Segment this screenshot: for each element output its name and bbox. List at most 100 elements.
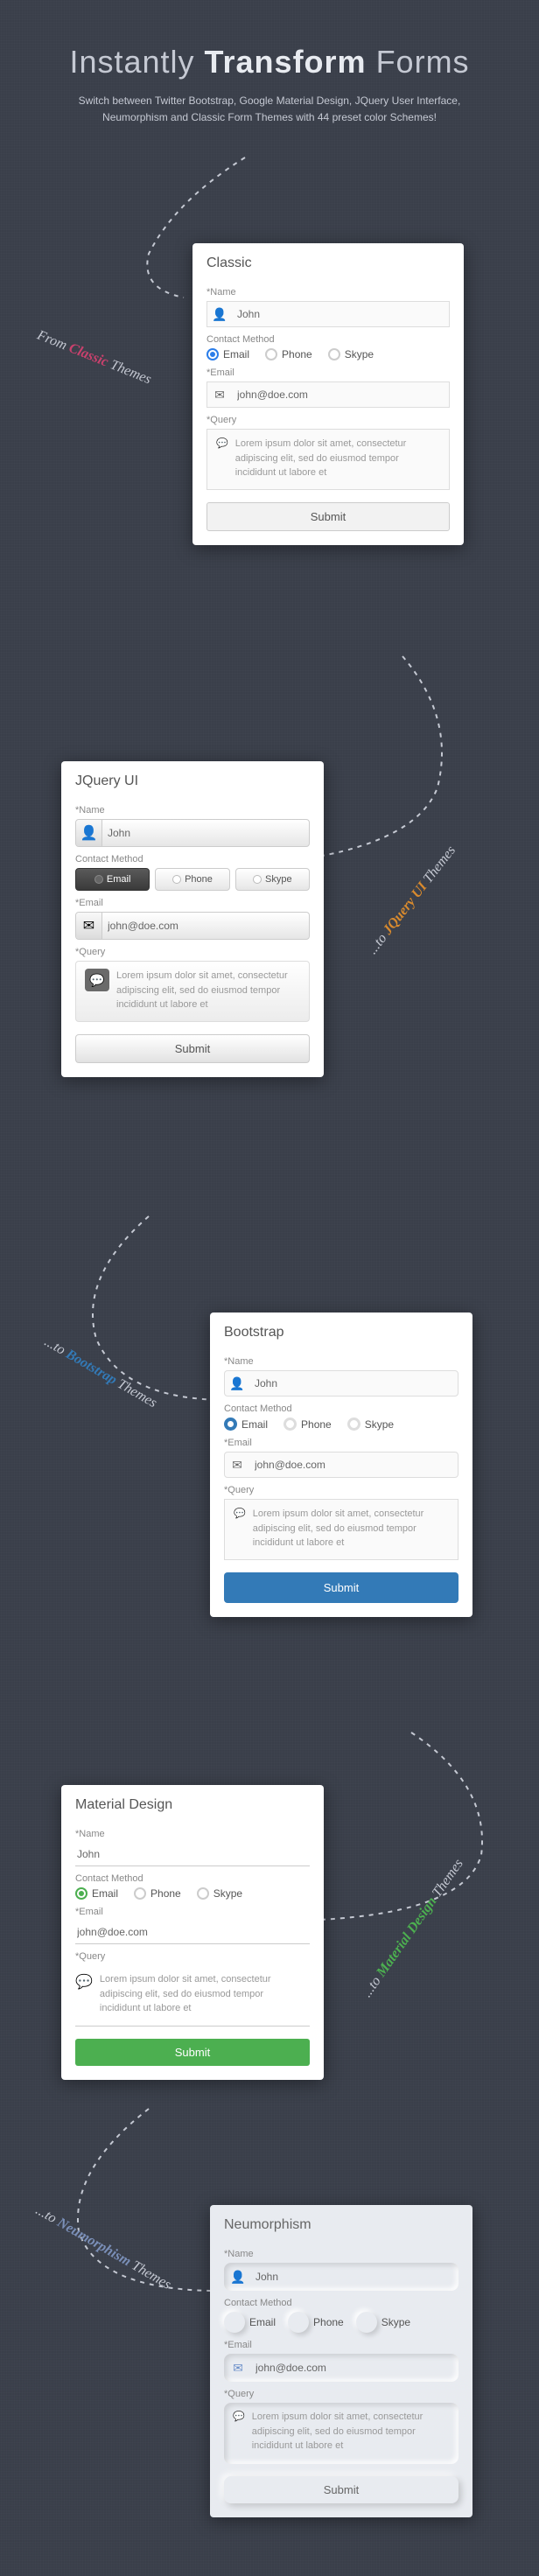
user-icon: 👤: [76, 820, 102, 846]
query-field[interactable]: 💬 Lorem ipsum dolor sit amet, consectetu…: [224, 2403, 458, 2464]
tag-jquery: ...to JQuery UI Themes: [365, 844, 459, 958]
radio-skype[interactable]: Skype: [328, 348, 374, 360]
radio-skype[interactable]: Skype: [197, 1887, 242, 1900]
tag-accent: Material Design: [374, 1894, 439, 1980]
query-field[interactable]: 💬 Lorem ipsum dolor sit amet, consectetu…: [206, 429, 450, 490]
email-input[interactable]: [102, 914, 309, 938]
radio-skype[interactable]: Skype: [347, 1418, 394, 1431]
tag-classic: From Classic Themes: [35, 328, 154, 388]
tag-post: Themes: [126, 2257, 173, 2292]
radio-label: Phone: [282, 348, 312, 360]
radio-dot-icon: [288, 2312, 309, 2333]
hero-title: Instantly Transform Forms: [35, 44, 504, 80]
submit-button[interactable]: Submit: [206, 502, 450, 531]
hero-pre: Instantly: [69, 44, 204, 80]
name-input[interactable]: [250, 2264, 457, 2289]
query-text: Lorem ipsum dolor sit amet, consectetur …: [252, 2410, 450, 2457]
radio-phone[interactable]: Phone: [134, 1887, 181, 1900]
contact-radios: Email Phone Skype: [206, 348, 450, 360]
hero: Instantly Transform Forms Switch between…: [0, 0, 539, 152]
radio-label: Email: [242, 1418, 268, 1431]
radio-label: Skype: [345, 348, 374, 360]
radio-email[interactable]: Email: [75, 1887, 118, 1900]
tag-accent: Classic: [66, 340, 110, 369]
chat-icon: 💬: [75, 1972, 93, 2019]
radio-skype[interactable]: Skype: [235, 868, 310, 891]
radio-dot-icon: [328, 348, 340, 360]
label-query: *Query: [206, 415, 450, 425]
query-field[interactable]: 💬 Lorem ipsum dolor sit amet, consectetu…: [224, 1499, 458, 1560]
chat-icon: 💬: [85, 969, 109, 991]
hero-post: Forms: [367, 44, 470, 80]
label-contact: Contact Method: [224, 1404, 458, 1414]
label-name: *Name: [206, 287, 450, 298]
label-name: *Name: [75, 805, 310, 816]
card-title: Classic: [192, 243, 464, 280]
radio-dot-icon: [94, 875, 103, 884]
name-input[interactable]: [102, 821, 309, 845]
email-input[interactable]: [249, 1452, 458, 1477]
label-email: *Email: [224, 1438, 458, 1448]
card-neumorph: Neumorphism *Name 👤 Contact Method Email…: [210, 2205, 472, 2517]
radio-label: Phone: [185, 874, 213, 885]
radio-phone[interactable]: Phone: [265, 348, 312, 360]
name-input[interactable]: [249, 1371, 458, 1396]
email-input[interactable]: [75, 1921, 310, 1943]
contact-radios: Email Phone Skype: [75, 1887, 310, 1900]
email-field[interactable]: ✉: [224, 2354, 458, 2382]
email-field[interactable]: [75, 1921, 310, 1944]
envelope-icon: ✉: [226, 2361, 250, 2376]
user-icon: 👤: [207, 307, 232, 322]
card-title: Bootstrap: [210, 1312, 472, 1349]
email-input[interactable]: [250, 2356, 457, 2380]
radio-dot-icon: [265, 348, 277, 360]
name-input[interactable]: [232, 302, 449, 326]
contact-radios: Email Phone Skype: [224, 2312, 458, 2333]
radio-email[interactable]: Email: [224, 1418, 268, 1431]
submit-button[interactable]: Submit: [224, 1572, 458, 1603]
radio-email[interactable]: Email: [224, 2312, 276, 2333]
radio-phone[interactable]: Phone: [155, 868, 229, 891]
envelope-icon: ✉: [76, 913, 102, 939]
tag-post: Themes: [428, 1857, 466, 1903]
card-title: JQuery UI: [61, 761, 324, 798]
radio-dot-icon: [224, 2312, 245, 2333]
tag-neumorph: ...to Neumorphism Themes: [32, 2202, 173, 2292]
radio-label: Phone: [150, 1887, 181, 1900]
label-email: *Email: [75, 1907, 310, 1917]
radio-email[interactable]: Email: [206, 348, 249, 360]
radio-email[interactable]: Email: [75, 868, 150, 891]
card-material: Material Design *Name Contact Method Ema…: [61, 1785, 324, 2080]
radio-skype[interactable]: Skype: [356, 2312, 410, 2333]
submit-button[interactable]: Submit: [75, 2039, 310, 2066]
radio-phone[interactable]: Phone: [284, 1418, 332, 1431]
tag-accent: Bootstrap: [63, 1347, 119, 1388]
name-field[interactable]: 👤: [206, 301, 450, 327]
email-field[interactable]: ✉: [206, 382, 450, 408]
radio-label: Email: [92, 1887, 118, 1900]
hero-subtitle: Switch between Twitter Bootstrap, Google…: [68, 93, 471, 126]
name-field[interactable]: 👤: [75, 819, 310, 847]
label-contact: Contact Method: [224, 2298, 458, 2308]
name-field[interactable]: 👤: [224, 1370, 458, 1396]
radio-label: Skype: [382, 2316, 410, 2328]
email-field[interactable]: ✉: [75, 912, 310, 940]
name-field[interactable]: 👤: [224, 2263, 458, 2291]
label-contact: Contact Method: [206, 334, 450, 345]
radio-dot-icon: [284, 1418, 297, 1431]
radio-phone[interactable]: Phone: [288, 2312, 344, 2333]
email-field[interactable]: ✉: [224, 1452, 458, 1478]
query-field[interactable]: 💬 Lorem ipsum dolor sit amet, consectetu…: [75, 961, 310, 1022]
name-field[interactable]: [75, 1843, 310, 1866]
submit-button[interactable]: Submit: [224, 2476, 458, 2503]
label-contact: Contact Method: [75, 1873, 310, 1884]
radio-dot-icon: [356, 2312, 377, 2333]
card-classic: Classic *Name 👤 Contact Method Email Pho…: [192, 243, 464, 545]
envelope-icon: ✉: [207, 388, 232, 402]
radio-dot-icon: [206, 348, 219, 360]
submit-button[interactable]: Submit: [75, 1034, 310, 1063]
query-field[interactable]: 💬 Lorem ipsum dolor sit amet, consectetu…: [75, 1965, 310, 2026]
email-input[interactable]: [232, 382, 449, 407]
tag-pre: From: [35, 328, 72, 354]
name-input[interactable]: [75, 1843, 310, 1866]
